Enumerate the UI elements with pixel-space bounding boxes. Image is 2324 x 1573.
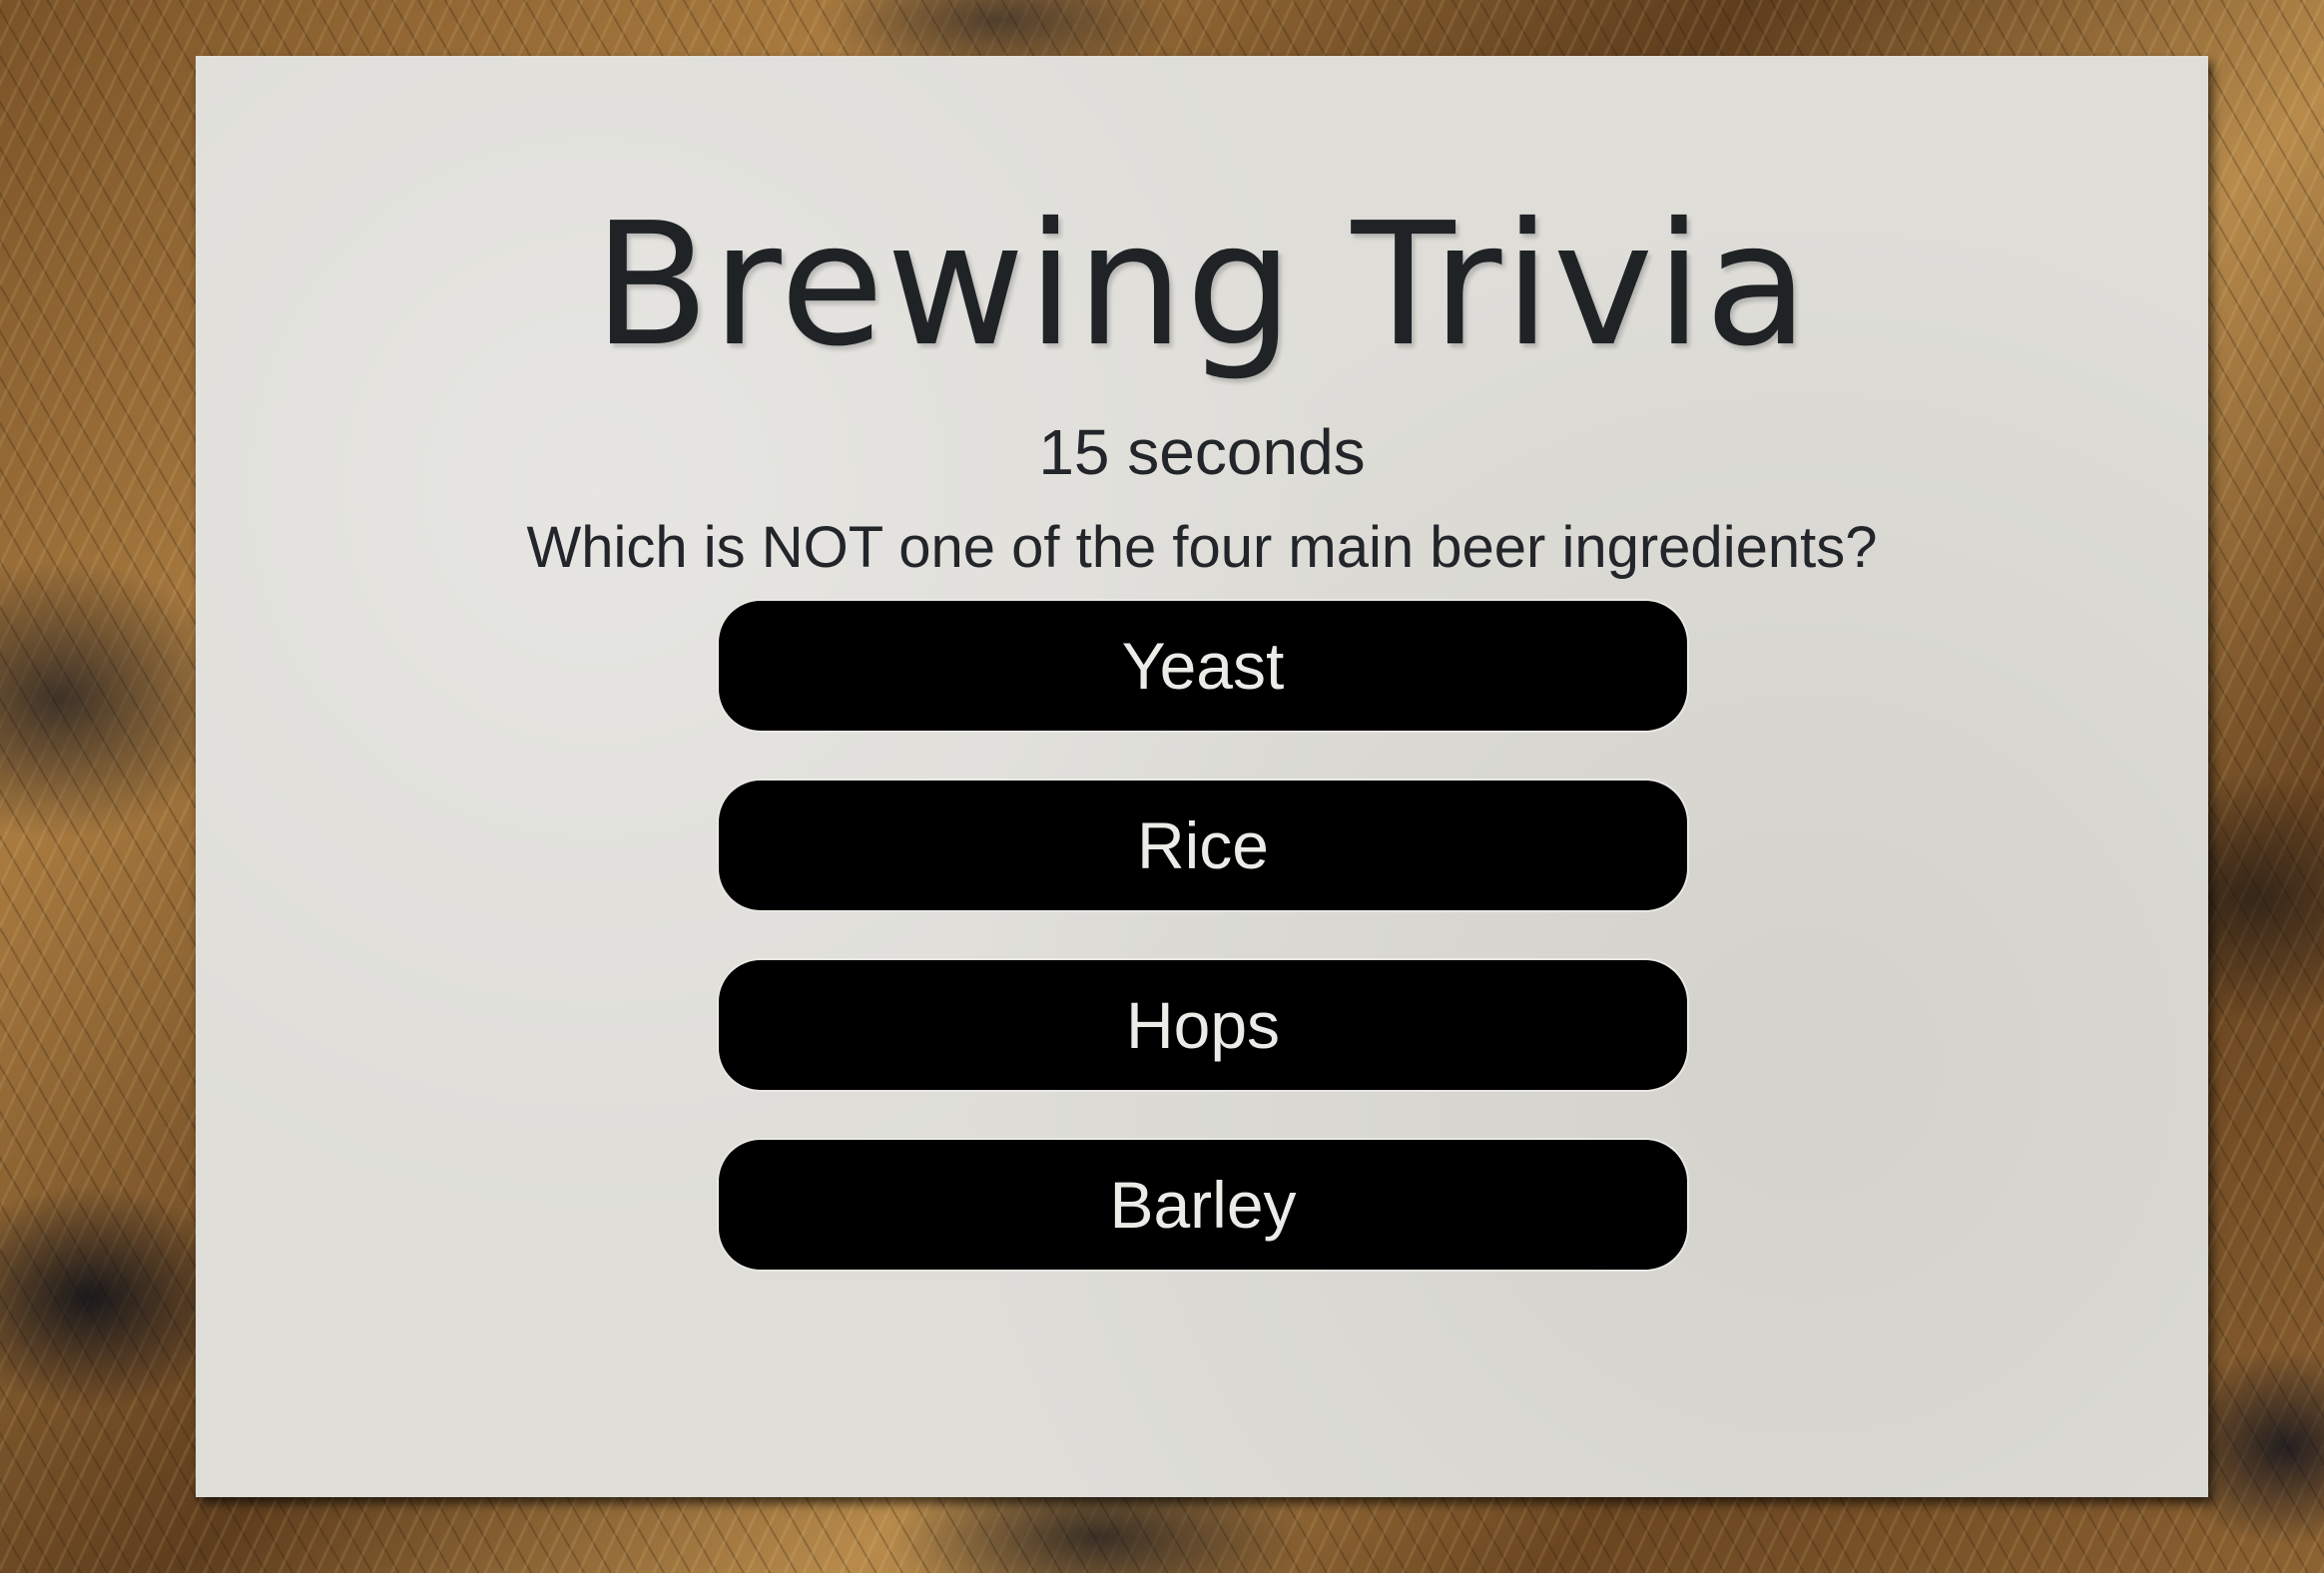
- timer-label: 15 seconds: [1038, 416, 1366, 488]
- answer-list: Yeast Rice Hops Barley: [717, 599, 1689, 1317]
- answer-button-hops[interactable]: Hops: [717, 958, 1689, 1092]
- page-title: Brewing Trivia: [593, 187, 1811, 384]
- answer-button-rice[interactable]: Rice: [717, 779, 1689, 912]
- quiz-card: Brewing Trivia 15 seconds Which is NOT o…: [196, 56, 2208, 1497]
- question-text: Which is NOT one of the four main beer i…: [526, 515, 1878, 580]
- answer-button-yeast[interactable]: Yeast: [717, 599, 1689, 733]
- answer-button-barley[interactable]: Barley: [717, 1138, 1689, 1272]
